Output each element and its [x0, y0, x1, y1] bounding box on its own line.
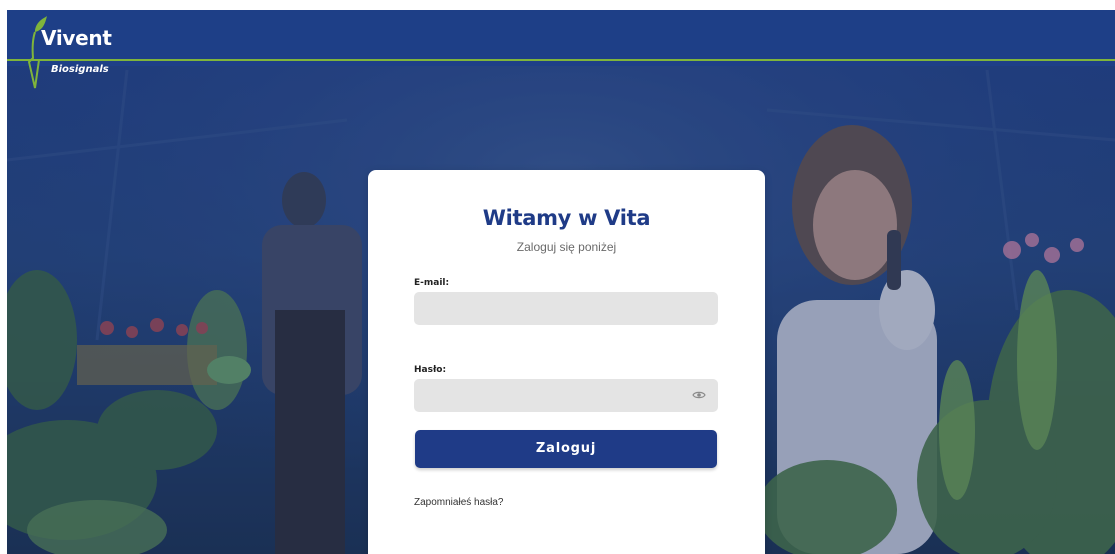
logo-main-text: Vivent	[41, 26, 112, 50]
eye-icon[interactable]	[692, 390, 706, 400]
header-accent-line	[7, 59, 1115, 61]
email-field[interactable]	[414, 292, 718, 325]
page-stage: Vivent Biosignals Witamy w Vita Zaloguj …	[7, 10, 1115, 554]
login-card: Witamy w Vita Zaloguj się poniżej E-mail…	[368, 170, 765, 554]
forgot-password-link[interactable]: Zapomniałeś hasła?	[414, 497, 504, 508]
login-title: Witamy w Vita	[482, 206, 651, 230]
login-button[interactable]: Zaloguj	[415, 430, 717, 468]
logo-sub-text: Biosignals	[51, 64, 109, 75]
login-subtitle: Zaloguj się poniżej	[516, 240, 617, 254]
vivent-logo[interactable]: Vivent Biosignals	[21, 10, 131, 90]
password-field[interactable]	[414, 379, 718, 412]
password-label: Hasło:	[414, 365, 447, 375]
email-label: E-mail:	[414, 278, 450, 288]
top-header-bar	[7, 10, 1115, 66]
